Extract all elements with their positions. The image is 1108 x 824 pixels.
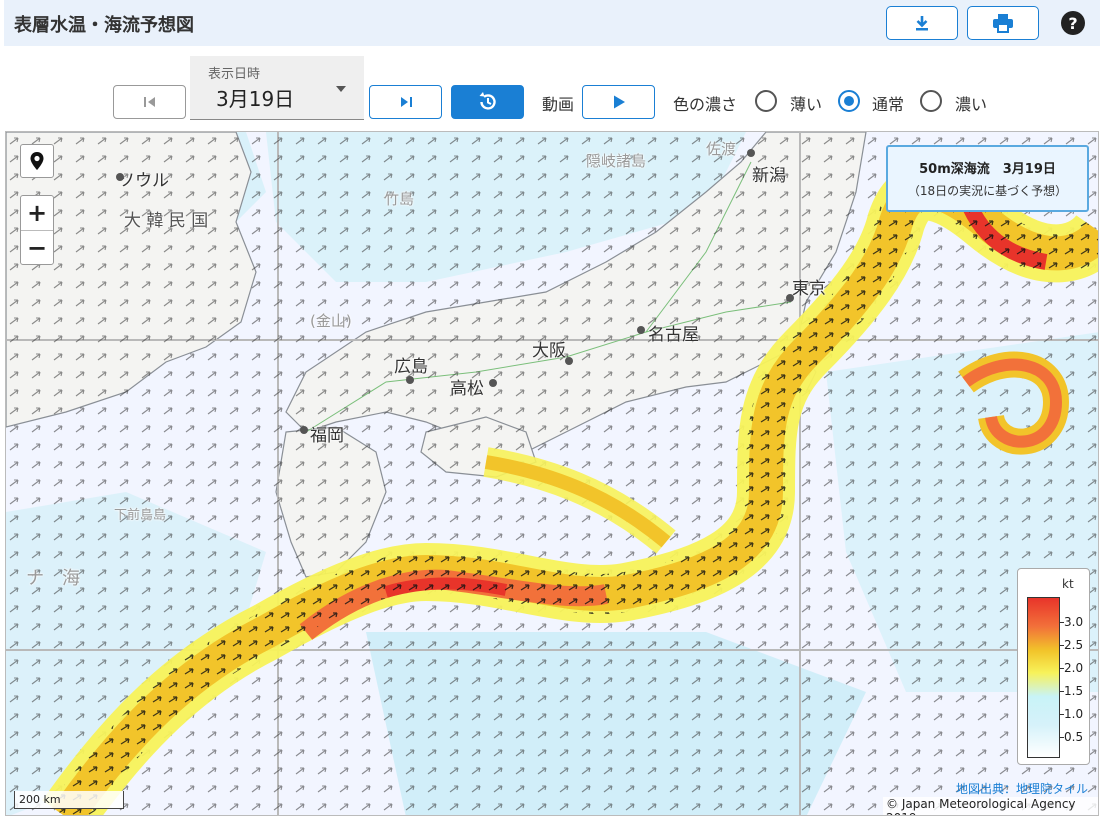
info-title: 50m深海流 3月19日 [919,162,1056,177]
legend-tick: 3.0 [1064,615,1084,629]
info-subtitle: （18日の実況に基づく予想） [907,184,1068,198]
place-label-osaka: 大阪 [532,341,566,361]
date-selector-value: 3月19日 [216,87,295,111]
place-label-fukuoka: 福岡 [310,426,344,446]
faint-label-sado: 佐渡 [706,140,737,158]
place-label-korea: 大 韓 民 国 [124,211,209,231]
place-label-nagoya: 名古屋 [648,325,699,345]
faint-label-island: 下前島島 [114,508,167,523]
zoom-out-button[interactable]: − [21,230,53,264]
place-marker [300,426,308,434]
date-selector[interactable]: 表示日時 3月19日 [190,56,364,120]
skip-previous-icon [143,97,155,107]
shade-option-light: 薄い [790,95,823,114]
legend-tick: 0.5 [1064,730,1084,744]
shade-option-normal: 通常 [872,95,905,114]
shade-radio-normal[interactable] [838,90,860,112]
legend-tick: 1.5 [1064,684,1084,698]
place-label-seoul: ソウル [118,171,169,191]
shade-label: 色の濃さ [673,95,738,114]
place-marker [116,173,124,181]
locate-button[interactable] [20,144,54,178]
place-label-takamatsu: 高松 [450,379,484,399]
faint-label-sea: ナ 海 [26,568,80,589]
place-marker [406,376,414,384]
shade-option-dark: 濃い [955,95,988,114]
place-marker [489,379,497,387]
legend-tick: 2.0 [1064,661,1084,675]
prev-date-button[interactable] [113,85,186,119]
place-label-hiroshima: 広島 [394,357,428,377]
animation-label: 動画 [542,95,575,114]
map-canvas [6,132,1098,815]
skip-next-icon [400,97,412,107]
next-date-button[interactable] [369,85,442,119]
zoom-control: + − [20,195,54,265]
scale-bar: 200 km [14,791,124,809]
legend-color-bar [1027,597,1060,758]
current-map[interactable]: ソウル 大 韓 民 国 広島 高松 大阪 名古屋 東京 新潟 福岡 竹島 隠岐諸… [5,131,1099,816]
play-button[interactable] [582,85,655,119]
map-pin-icon [30,152,44,170]
zoom-in-button[interactable]: + [21,196,53,230]
download-button[interactable] [886,6,958,40]
info-box: 50m深海流 3月19日 （18日の実況に基づく予想） [886,145,1089,212]
help-icon[interactable]: ? [1061,11,1085,35]
map-source-link[interactable]: 地図出典：地理院タイル [956,780,1088,797]
print-icon [993,14,1013,33]
print-button[interactable] [967,6,1039,40]
place-marker [786,294,794,302]
faint-label-busan: (金山) [310,312,352,330]
faint-label-oki: 隠岐諸島 [586,152,647,170]
download-icon [916,16,928,31]
place-marker [637,326,645,334]
page-title: 表層水温・海流予想図 [14,15,194,36]
place-label-tokyo: 東京 [792,279,826,299]
shade-radio-light[interactable] [755,90,777,112]
place-marker [747,149,755,157]
app-header: 表層水温・海流予想図 ? [4,0,1100,46]
chevron-down-icon [336,86,346,92]
legend: kt 3.0 2.5 2.0 1.5 1.0 0.5 [1017,568,1090,765]
place-label-niigata: 新潟 [752,166,786,186]
legend-unit: kt [1062,577,1074,591]
legend-tick: 1.0 [1064,707,1084,721]
date-selector-label: 表示日時 [208,67,261,82]
copyright: © Japan Meteorological Agency 2019 [883,797,1098,815]
history-icon [479,92,496,110]
faint-label-takeshima: 竹島 [384,190,415,208]
latest-button[interactable] [451,85,524,119]
play-icon [613,95,625,109]
legend-tick: 2.5 [1064,638,1084,652]
shade-radio-dark[interactable] [920,90,942,112]
place-marker [565,357,573,365]
